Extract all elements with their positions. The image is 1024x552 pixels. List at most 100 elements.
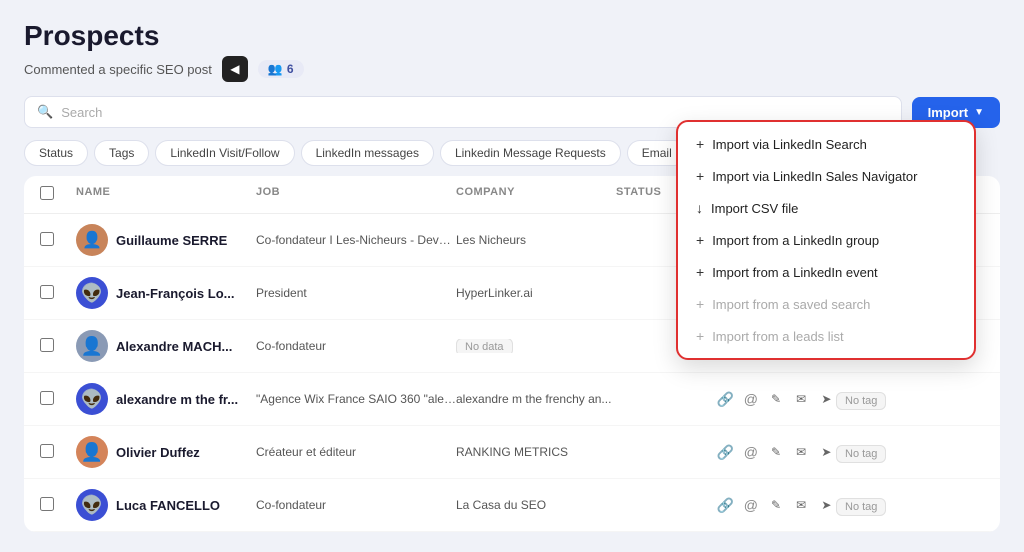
person-name: Alexandre MACH... (116, 339, 232, 354)
import-linkedin-search-label: Import via LinkedIn Search (712, 137, 867, 152)
send-icon[interactable]: ➤ (817, 440, 836, 464)
row-checkbox[interactable] (40, 338, 76, 355)
at-icon[interactable]: @ (741, 493, 760, 517)
table-row: 👽 Luca FANCELLO Co-fondateur La Casa du … (24, 479, 1000, 532)
job-text: President (256, 286, 456, 300)
person-name: Luca FANCELLO (116, 498, 220, 513)
tags-cell: No tag (836, 445, 916, 460)
avatar: 👽 (76, 489, 108, 521)
send-icon[interactable]: ➤ (817, 493, 836, 517)
import-saved-search-label: Import from a saved search (712, 297, 870, 312)
import-linkedin-sales-navigator-label: Import via LinkedIn Sales Navigator (712, 169, 917, 184)
edit-icon[interactable]: ✎ (766, 493, 785, 517)
company-text: La Casa du SEO (456, 498, 616, 512)
company-text: alexandre m the frenchy an... (456, 392, 616, 406)
page-title: Prospects (24, 20, 1000, 52)
action-icons: 🔗 @ ✎ ✉ ➤ (716, 387, 836, 411)
person-cell: 👤 Alexandre MACH... (76, 330, 256, 362)
no-tag-badge: No tag (836, 392, 886, 410)
row-checkbox[interactable] (40, 232, 76, 249)
row-checkbox[interactable] (40, 497, 76, 514)
at-icon[interactable]: @ (741, 387, 760, 411)
action-icons: 🔗 @ ✎ ✉ ➤ (716, 440, 836, 464)
person-cell: 👤 Guillaume SERRE (76, 224, 256, 256)
page-wrapper: Prospects Commented a specific SEO post … (24, 20, 1000, 532)
person-name: Jean-François Lo... (116, 286, 234, 301)
subtitle-text: Commented a specific SEO post (24, 62, 212, 77)
company-text: HyperLinker.ai (456, 286, 616, 300)
tags-cell: No tag (836, 498, 916, 513)
badge-icon: 👥 (268, 62, 283, 76)
import-linkedin-sales-navigator[interactable]: + Import via LinkedIn Sales Navigator (678, 160, 974, 192)
person-cell: 👤 Olivier Duffez (76, 436, 256, 468)
col-name: NAME (76, 186, 256, 203)
tags-cell: No tag (836, 392, 916, 407)
tab-status[interactable]: Status (24, 140, 88, 166)
company-text: No data (456, 339, 616, 353)
job-text: Créateur et éditeur (256, 445, 456, 459)
import-linkedin-event[interactable]: + Import from a LinkedIn event (678, 256, 974, 288)
email-icon[interactable]: ✉ (792, 387, 811, 411)
link-icon[interactable]: 🔗 (716, 387, 735, 411)
job-text: "Agence Wix France SAIO 360 "alexandre .… (256, 392, 456, 406)
import-csv[interactable]: ↓ Import CSV file (678, 192, 974, 224)
avatar: 👤 (76, 330, 108, 362)
tab-linkedin-message-requests[interactable]: Linkedin Message Requests (440, 140, 621, 166)
send-icon[interactable]: ➤ (817, 387, 836, 411)
import-csv-label: Import CSV file (711, 201, 798, 216)
tab-linkedin-visit[interactable]: LinkedIn Visit/Follow (155, 140, 294, 166)
import-linkedin-event-label: Import from a LinkedIn event (712, 265, 877, 280)
plus-icon: + (696, 168, 704, 184)
chevron-down-icon: ▼ (974, 107, 984, 118)
tab-tags[interactable]: Tags (94, 140, 149, 166)
email-icon[interactable]: ✉ (792, 440, 811, 464)
import-linkedin-group[interactable]: + Import from a LinkedIn group (678, 224, 974, 256)
edit-icon[interactable]: ✎ (766, 387, 785, 411)
row-checkbox[interactable] (40, 285, 76, 302)
plus-icon: + (696, 328, 704, 344)
person-cell: 👽 Luca FANCELLO (76, 489, 256, 521)
col-company: COMPANY (456, 186, 616, 203)
job-text: Co-fondateur (256, 498, 456, 512)
person-cell: 👽 Jean-François Lo... (76, 277, 256, 309)
avatar: 👤 (76, 224, 108, 256)
import-label: Import (928, 105, 968, 120)
no-data-badge: No data (456, 339, 513, 353)
at-icon[interactable]: @ (741, 440, 760, 464)
col-checkbox (40, 186, 76, 203)
link-icon[interactable]: 🔗 (716, 440, 735, 464)
row-checkbox[interactable] (40, 391, 76, 408)
table-row: 👽 alexandre m the fr... "Agence Wix Fran… (24, 373, 1000, 426)
plus-icon: + (696, 232, 704, 248)
import-linkedin-search[interactable]: + Import via LinkedIn Search (678, 128, 974, 160)
select-all-checkbox[interactable] (40, 186, 54, 200)
search-placeholder: Search (61, 105, 102, 120)
row-checkbox[interactable] (40, 444, 76, 461)
import-linkedin-group-label: Import from a LinkedIn group (712, 233, 879, 248)
import-leads-list-label: Import from a leads list (712, 329, 844, 344)
col-job: JOB (256, 186, 456, 203)
email-icon[interactable]: ✉ (792, 493, 811, 517)
search-icon: 🔍 (37, 104, 53, 120)
company-text: Les Nicheurs (456, 233, 616, 247)
avatar: 👽 (76, 277, 108, 309)
table-row: 👤 Olivier Duffez Créateur et éditeur RAN… (24, 426, 1000, 479)
avatar: 👽 (76, 383, 108, 415)
company-text: RANKING METRICS (456, 445, 616, 459)
edit-icon[interactable]: ✎ (766, 440, 785, 464)
person-name: Olivier Duffez (116, 445, 200, 460)
avatar: 👤 (76, 436, 108, 468)
person-name: Guillaume SERRE (116, 233, 227, 248)
subtitle-row: Commented a specific SEO post ◀ 👥 6 (24, 56, 1000, 82)
back-button[interactable]: ◀ (222, 56, 248, 82)
person-cell: 👽 alexandre m the fr... (76, 383, 256, 415)
plus-icon: + (696, 296, 704, 312)
import-leads-list[interactable]: + Import from a leads list (678, 320, 974, 352)
action-icons: 🔗 @ ✎ ✉ ➤ (716, 493, 836, 517)
count-badge: 👥 6 (258, 60, 304, 78)
import-saved-search[interactable]: + Import from a saved search (678, 288, 974, 320)
tab-linkedin-messages[interactable]: LinkedIn messages (301, 140, 434, 166)
import-dropdown: + Import via LinkedIn Search + Import vi… (676, 120, 976, 360)
download-icon: ↓ (696, 200, 703, 216)
link-icon[interactable]: 🔗 (716, 493, 735, 517)
